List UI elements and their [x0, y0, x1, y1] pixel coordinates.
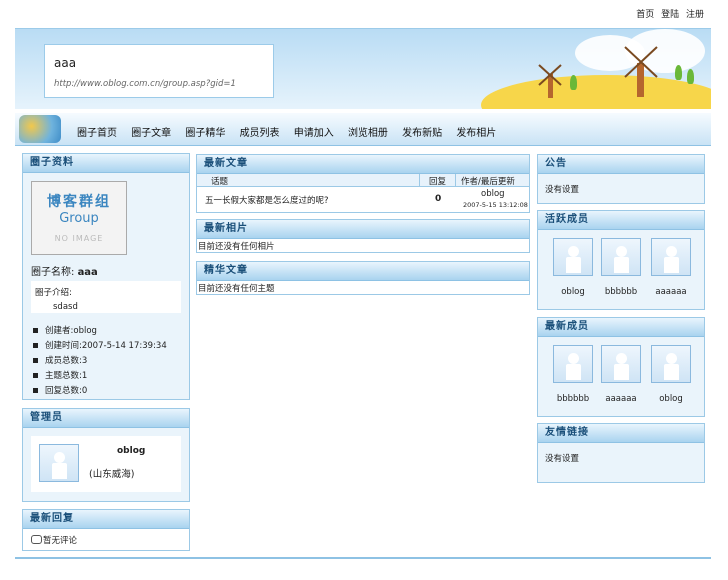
group-logo-placeholder: 博客群组 Group NO IMAGE: [31, 181, 127, 255]
member-item[interactable]: aaaaaa: [596, 345, 646, 404]
table-header: 话题 回复 作者/最后更新: [197, 174, 529, 187]
admin-card: oblog (山东威海): [31, 436, 181, 492]
nav-apply-join[interactable]: 申请加入: [294, 128, 334, 139]
no-photos-text: 目前还没有任何相片: [198, 242, 275, 252]
group-intro-label: 圈子介绍:: [35, 288, 72, 298]
panel-title: 精华文章: [197, 262, 529, 281]
article-author[interactable]: oblog: [481, 189, 505, 199]
announcement-text: 没有设置: [545, 185, 580, 195]
windmill-icon: [538, 64, 562, 98]
group-url[interactable]: http://www.oblog.com.cn/group.asp?gid=1: [54, 79, 236, 89]
member-avatar[interactable]: [601, 238, 641, 276]
table-row: 五一长假大家都是怎么度过的呢? 0 oblog 2007-5-15 13:12:…: [197, 187, 529, 212]
logo-text: 博客群组: [47, 194, 111, 210]
stat-member-count: 成员总数:3: [33, 354, 87, 366]
stat-created-time: 创建时间:2007-5-14 17:39:34: [33, 339, 167, 351]
stat-reply-count: 回复总数:0: [33, 384, 87, 396]
latest-replies-panel: 最新回复 暂无评论: [22, 509, 190, 551]
panel-title: 管理员: [23, 409, 189, 428]
col-topic: 话题: [211, 177, 229, 187]
member-item[interactable]: bbbbbb: [548, 345, 598, 404]
windmill-icon: [624, 46, 658, 97]
admin-name[interactable]: oblog: [117, 446, 145, 456]
admin-panel: 管理员 oblog (山东威海): [22, 408, 190, 502]
tree-decoration: [570, 75, 577, 90]
comment-icon: [31, 535, 42, 544]
group-intro-box: 圈子介绍: sdasd: [31, 281, 181, 313]
announcement-panel: 公告 没有设置: [537, 154, 705, 204]
featured-articles-panel: 精华文章 目前还没有任何主题: [196, 261, 530, 295]
panel-title: 友情链接: [538, 424, 704, 443]
nav-group-featured[interactable]: 圈子精华: [185, 128, 225, 139]
register-link[interactable]: 注册: [686, 10, 704, 20]
member-item[interactable]: oblog: [646, 345, 696, 404]
panel-title: 公告: [538, 155, 704, 174]
member-name[interactable]: oblog: [548, 287, 598, 297]
col-author: 作者/最后更新: [461, 177, 515, 187]
admin-avatar[interactable]: [39, 444, 79, 482]
member-avatar[interactable]: [651, 345, 691, 383]
panel-title: 活跃成员: [538, 211, 704, 230]
group-title-box: aaa http://www.oblog.com.cn/group.asp?gi…: [44, 44, 274, 98]
member-item[interactable]: bbbbbb: [596, 238, 646, 297]
no-featured-text: 目前还没有任何主题: [198, 284, 275, 294]
nav-group-articles[interactable]: 圈子文章: [131, 128, 171, 139]
member-item[interactable]: oblog: [548, 238, 598, 297]
logo-text: NO IMAGE: [54, 234, 104, 243]
member-name[interactable]: aaaaaa: [646, 287, 696, 297]
latest-articles-panel: 最新文章 话题 回复 作者/最后更新 五一长假大家都是怎么度过的呢? 0 obl…: [196, 154, 530, 213]
member-name[interactable]: oblog: [646, 394, 696, 404]
group-logo-icon: [19, 115, 61, 143]
stat-topic-count: 主题总数:1: [33, 369, 87, 381]
friend-links-text: 没有设置: [545, 454, 580, 464]
group-name-row: 圈子名称: aaa: [31, 263, 98, 278]
panel-title: 最新文章: [197, 155, 529, 174]
nav-group-home[interactable]: 圈子首页: [77, 128, 117, 139]
new-members-panel: 最新成员 bbbbbb aaaaaa oblog: [537, 317, 705, 417]
top-links: 首页 登陆 注册: [632, 7, 704, 20]
hill-decoration: [481, 75, 711, 109]
admin-location: (山东威海): [89, 469, 135, 480]
article-topic-link[interactable]: 五一长假大家都是怎么度过的呢?: [205, 194, 329, 206]
member-name[interactable]: bbbbbb: [548, 394, 598, 404]
member-avatar[interactable]: [553, 238, 593, 276]
member-name[interactable]: bbbbbb: [596, 287, 646, 297]
nav-new-post[interactable]: 发布新贴: [402, 128, 442, 139]
friend-links-panel: 友情链接 没有设置: [537, 423, 705, 483]
article-reply-count: 0: [435, 194, 442, 204]
member-item[interactable]: aaaaaa: [646, 238, 696, 297]
nav-member-list[interactable]: 成员列表: [240, 128, 280, 139]
logo-text: Group: [59, 211, 99, 226]
panel-title: 最新回复: [23, 510, 189, 529]
home-link[interactable]: 首页: [636, 10, 654, 20]
panel-title: 最新相片: [197, 220, 529, 239]
footer-line: [15, 557, 711, 559]
stat-creator: 创建者:oblog: [33, 324, 97, 336]
nav-upload-photo[interactable]: 发布相片: [456, 128, 496, 139]
tree-decoration: [687, 69, 694, 84]
col-replies: 回复: [429, 177, 447, 187]
group-info-panel: 圈子资料 博客群组 Group NO IMAGE 圈子名称: aaa 圈子介绍:…: [22, 153, 190, 400]
latest-photos-panel: 最新相片 目前还没有任何相片: [196, 219, 530, 253]
article-date: 2007-5-15 13:12:08: [463, 201, 528, 209]
nav-browse-album[interactable]: 浏览相册: [348, 128, 388, 139]
member-avatar[interactable]: [553, 345, 593, 383]
active-members-panel: 活跃成员 oblog bbbbbb aaaaaa: [537, 210, 705, 310]
panel-title: 最新成员: [538, 318, 704, 337]
no-replies-text: 暂无评论: [43, 536, 78, 546]
tree-decoration: [675, 65, 682, 80]
login-link[interactable]: 登陆: [661, 10, 679, 20]
panel-title: 圈子资料: [23, 154, 189, 173]
main-nav: 圈子首页 圈子文章 圈子精华 成员列表 申请加入 浏览相册 发布新贴 发布相片: [15, 113, 711, 146]
group-title: aaa: [54, 56, 77, 70]
member-avatar[interactable]: [651, 238, 691, 276]
group-intro-value: sdasd: [53, 302, 78, 312]
member-name[interactable]: aaaaaa: [596, 394, 646, 404]
member-avatar[interactable]: [601, 345, 641, 383]
group-name-label: 圈子名称:: [31, 267, 75, 278]
group-name-value: aaa: [77, 267, 98, 278]
